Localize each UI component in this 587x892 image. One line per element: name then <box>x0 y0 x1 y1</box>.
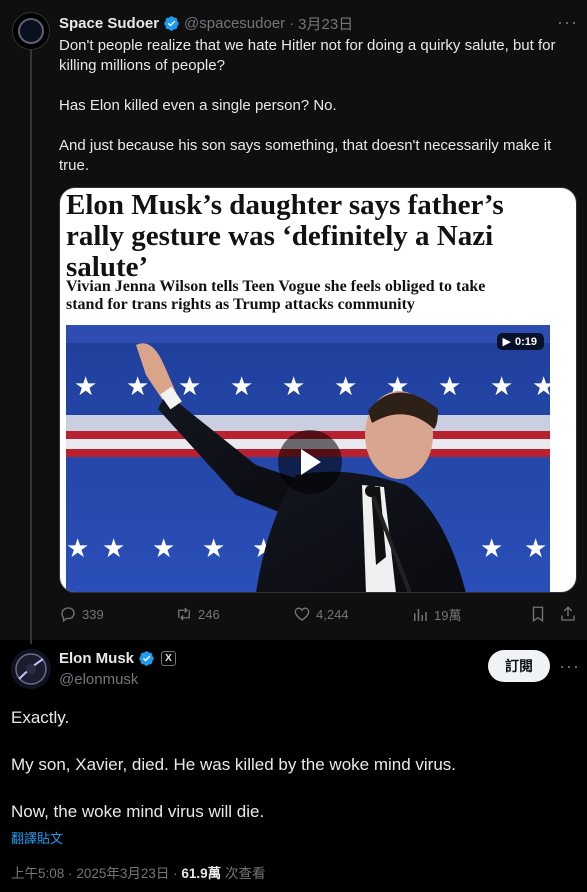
bookmark-icon <box>532 606 544 623</box>
avatar-ring-icon <box>18 18 44 44</box>
like-count: 4,244 <box>316 606 349 622</box>
heart-icon <box>294 607 310 621</box>
article-subhead: Vivian Jenna Wilson tells Teen Vogue she… <box>66 278 486 313</box>
post-date[interactable]: 2025年3月23日 <box>76 866 169 881</box>
views-chart-icon <box>414 608 427 621</box>
post-text: Don't people realize that we hate Hitler… <box>59 36 579 196</box>
author-handle[interactable]: @spacesudoer <box>184 15 285 32</box>
video-duration: 0:19 <box>514 335 537 348</box>
post-paragraph: My son, Xavier, died. He was killed by t… <box>11 755 457 774</box>
svg-text:★: ★ <box>438 372 461 402</box>
verified-badge-icon <box>164 16 179 31</box>
svg-text:★: ★ <box>490 372 513 402</box>
reply-icon <box>61 607 75 623</box>
play-button[interactable] <box>278 430 342 494</box>
post-time[interactable]: 上午5:08 <box>11 866 64 881</box>
svg-text:★: ★ <box>66 534 89 564</box>
affiliate-x-badge[interactable]: X <box>161 651 177 666</box>
svg-text:★: ★ <box>178 372 201 402</box>
svg-text:★: ★ <box>74 372 97 402</box>
svg-text:★: ★ <box>334 372 357 402</box>
dot-separator: · <box>289 15 295 32</box>
svg-text:★: ★ <box>524 534 547 564</box>
avatar[interactable] <box>12 12 50 50</box>
author-name[interactable]: Elon Musk <box>59 650 134 667</box>
verified-badge-icon <box>139 651 154 666</box>
post-paragraph: And just because his son says something,… <box>59 137 552 174</box>
translate-post-link[interactable]: 翻譯貼文 <box>11 828 63 847</box>
more-options-icon[interactable]: ··· <box>557 12 578 33</box>
author-handle[interactable]: @elonmusk <box>59 671 138 688</box>
play-small-icon: ▶ <box>502 336 511 348</box>
more-options-icon[interactable]: ··· <box>559 656 580 677</box>
avatar-image <box>11 649 51 689</box>
subscribe-button[interactable]: 訂閱 <box>488 650 550 682</box>
video-thumbnail[interactable]: ★ ★ ★ ★ ★ ★ ★ ★ ★ ★ ★ ★ ★ ★ ★ ★ ★ <box>66 325 550 592</box>
post-meta: 上午5:08 · 2025年3月23日 · 61.9萬 次查看 <box>11 862 265 882</box>
post-text: Exactly. My son, Xavier, died. He was ki… <box>11 706 571 847</box>
svg-text:★: ★ <box>102 534 125 564</box>
dot-separator: · <box>68 866 73 881</box>
bookmark-button[interactable] <box>529 605 547 623</box>
share-button[interactable] <box>559 605 577 623</box>
avatar[interactable] <box>11 649 51 689</box>
author-name[interactable]: Space Sudoer <box>59 15 159 32</box>
parent-post[interactable]: Space Sudoer @spacesudoer · 3月23日 ··· Do… <box>0 0 587 644</box>
views-label: 次查看 <box>224 866 266 881</box>
play-icon <box>301 449 321 475</box>
post-date[interactable]: 3月23日 <box>298 13 353 34</box>
view-count: 19萬 <box>434 608 462 623</box>
post-header: Elon Musk X <box>59 650 177 667</box>
svg-text:★: ★ <box>152 534 175 564</box>
svg-text:★: ★ <box>202 534 225 564</box>
video-duration-badge: ▶ 0:19 <box>496 333 544 350</box>
post-paragraph: Has Elon killed even a single person? No… <box>59 97 337 114</box>
repost-count: 246 <box>198 606 220 622</box>
thread-line <box>30 48 32 644</box>
action-bar: 339 246 4,244 19萬 <box>59 605 579 627</box>
media-card[interactable]: Elon Musk’s daughter says father’s rally… <box>59 187 577 593</box>
repost-icon <box>178 607 190 621</box>
svg-text:★: ★ <box>282 372 305 402</box>
svg-text:★: ★ <box>126 372 149 402</box>
post-header: Space Sudoer @spacesudoer · 3月23日 <box>59 13 353 34</box>
dot-separator: · <box>173 866 178 881</box>
views-button[interactable]: 19萬 <box>411 605 461 624</box>
views-count: 61.9萬 <box>181 866 222 881</box>
reply-count: 339 <box>82 606 104 622</box>
post-paragraph: Exactly. <box>11 708 70 727</box>
article-headline: Elon Musk’s daughter says father’s rally… <box>66 189 504 283</box>
share-icon <box>561 606 575 621</box>
svg-text:★: ★ <box>480 534 503 564</box>
post-paragraph: Now, the woke mind virus will die. <box>11 802 265 821</box>
like-button[interactable]: 4,244 <box>293 605 349 623</box>
svg-text:★: ★ <box>230 372 253 402</box>
post-paragraph: Don't people realize that we hate Hitler… <box>59 37 556 74</box>
reply-button[interactable]: 339 <box>59 605 104 623</box>
repost-button[interactable]: 246 <box>175 605 220 623</box>
svg-text:★: ★ <box>532 372 550 402</box>
